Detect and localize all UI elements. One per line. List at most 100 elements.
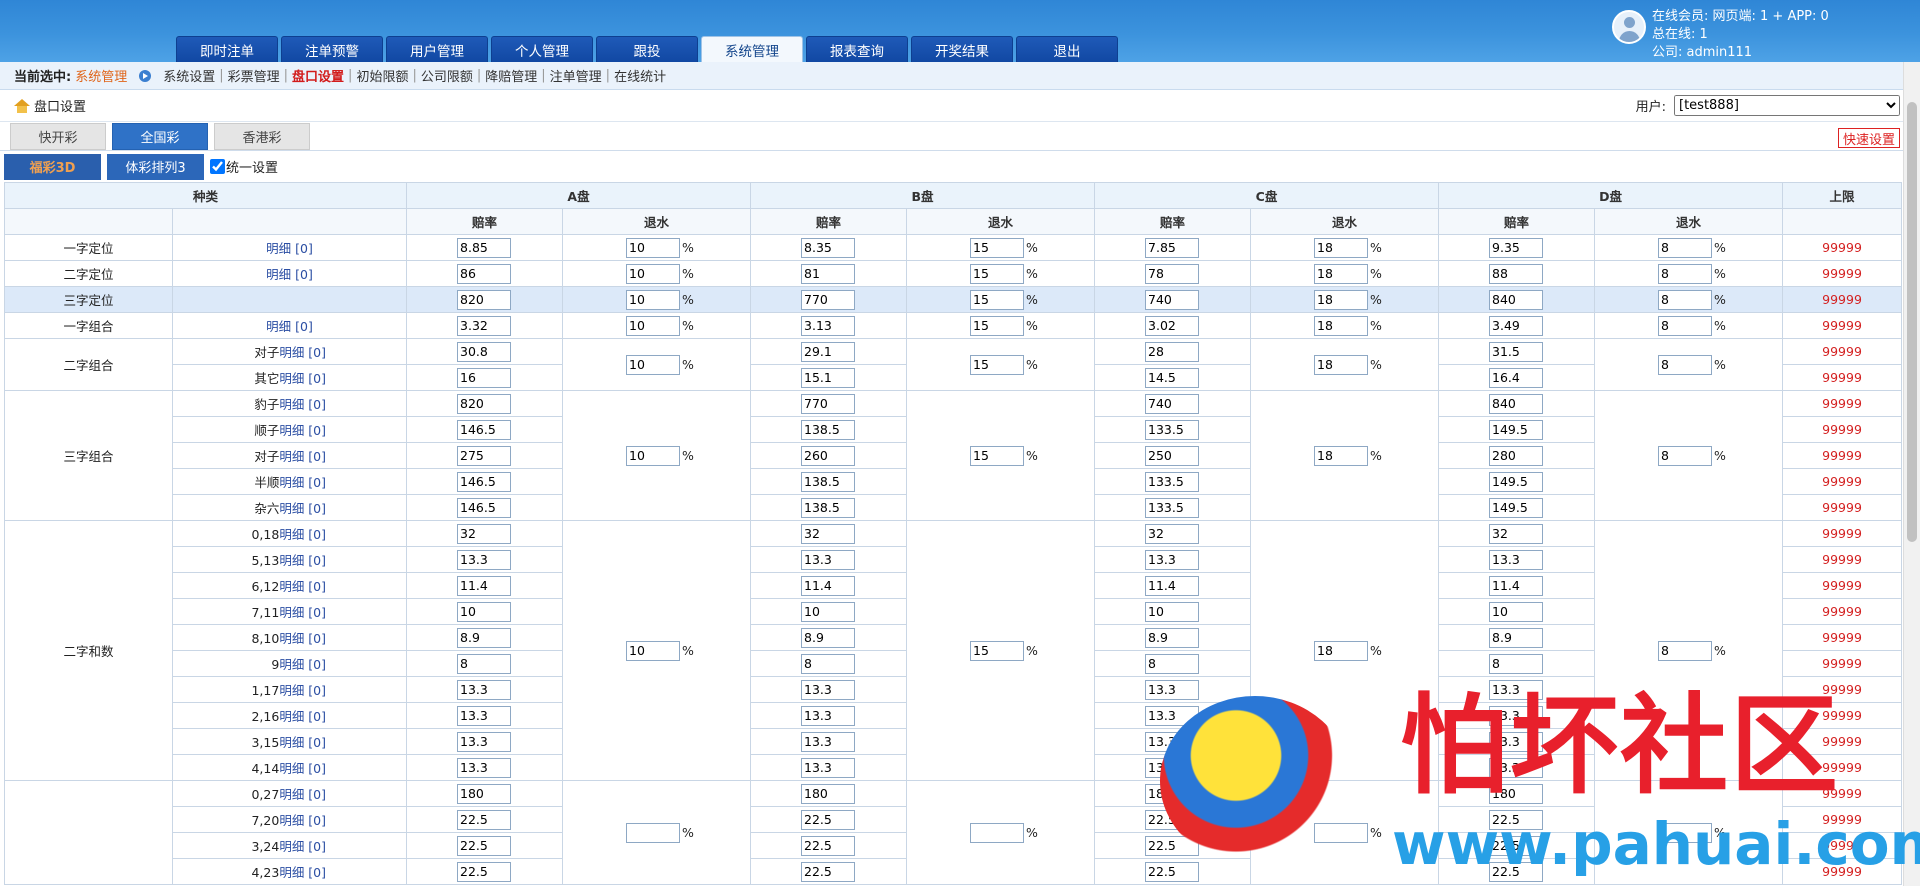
rebate-input[interactable] [970,640,1025,661]
odds-input[interactable] [457,627,512,648]
odds-input[interactable] [457,809,512,830]
odds-input[interactable] [801,549,856,570]
odds-input[interactable] [457,393,512,414]
tab-personal-management[interactable]: 个人管理 [491,36,593,62]
detail-link[interactable]: 明细 [0] [266,319,313,334]
odds-input[interactable] [1145,497,1200,518]
odds-input[interactable] [457,419,512,440]
odds-input[interactable] [1489,393,1544,414]
odds-input[interactable] [1145,523,1200,544]
rebate-input[interactable] [1314,263,1369,284]
tab-fast-lottery[interactable]: 快开彩 [10,123,106,150]
rebate-input[interactable] [970,237,1025,258]
rebate-input[interactable] [1658,445,1713,466]
odds-input[interactable] [801,419,856,440]
odds-input[interactable] [801,653,856,674]
link-initial-limits[interactable]: 初始限额 [356,66,408,85]
rebate-input[interactable] [970,263,1025,284]
tab-follow-bet[interactable]: 跟投 [596,36,698,62]
odds-input[interactable] [1145,419,1200,440]
odds-input[interactable] [801,471,856,492]
odds-input[interactable] [1489,471,1544,492]
rebate-input[interactable] [626,640,681,661]
odds-input[interactable] [1489,237,1544,258]
odds-input[interactable] [1145,367,1200,388]
odds-input[interactable] [1145,835,1200,856]
quick-set-button[interactable]: 快速设置 [1837,128,1900,148]
odds-input[interactable] [801,523,856,544]
odds-input[interactable] [801,861,856,882]
odds-input[interactable] [457,367,512,388]
odds-input[interactable] [1489,601,1544,622]
odds-input[interactable] [457,289,512,310]
odds-input[interactable] [1145,627,1200,648]
odds-input[interactable] [457,471,512,492]
odds-input[interactable] [457,757,512,778]
odds-input[interactable] [1489,289,1544,310]
odds-input[interactable] [1489,575,1544,596]
rebate-input[interactable] [626,445,681,466]
tab-reports[interactable]: 报表查询 [806,36,908,62]
odds-input[interactable] [1145,289,1200,310]
detail-link[interactable]: 明细 [0] [279,709,326,724]
odds-input[interactable] [1489,341,1544,362]
rebate-input[interactable] [1658,315,1713,336]
rebate-input[interactable] [1314,354,1369,375]
odds-input[interactable] [1489,731,1544,752]
odds-input[interactable] [801,601,856,622]
odds-input[interactable] [801,757,856,778]
odds-input[interactable] [1145,237,1200,258]
odds-input[interactable] [1145,757,1200,778]
odds-input[interactable] [1145,705,1200,726]
detail-link[interactable]: 明细 [0] [279,527,326,542]
rebate-input[interactable] [626,315,681,336]
odds-input[interactable] [457,263,512,284]
detail-link[interactable]: 明细 [0] [279,345,326,360]
scrollbar-thumb[interactable] [1907,102,1917,542]
odds-input[interactable] [1145,783,1200,804]
rebate-input[interactable] [626,822,681,843]
detail-link[interactable]: 明细 [0] [279,579,326,594]
odds-input[interactable] [1489,653,1544,674]
odds-input[interactable] [457,237,512,258]
odds-input[interactable] [801,835,856,856]
detail-link[interactable]: 明细 [0] [279,449,326,464]
odds-input[interactable] [801,445,856,466]
odds-input[interactable] [801,809,856,830]
detail-link[interactable]: 明细 [0] [266,267,313,282]
detail-link[interactable]: 明细 [0] [279,605,326,620]
odds-input[interactable] [1145,341,1200,362]
odds-input[interactable] [1145,679,1200,700]
odds-input[interactable] [457,523,512,544]
odds-input[interactable] [801,289,856,310]
unify-checkbox[interactable] [210,159,225,174]
odds-input[interactable] [457,731,512,752]
rebate-input[interactable] [626,289,681,310]
link-odds-settings[interactable]: 盘口设置 [292,66,344,85]
odds-input[interactable] [457,575,512,596]
odds-input[interactable] [457,315,512,336]
odds-input[interactable] [801,627,856,648]
user-select[interactable]: [test888] [1674,95,1900,116]
rebate-input[interactable] [1658,640,1713,661]
rebate-input[interactable] [970,289,1025,310]
rebate-input[interactable] [626,354,681,375]
odds-input[interactable] [457,705,512,726]
rebate-input[interactable] [1658,289,1713,310]
detail-link[interactable]: 明细 [0] [266,241,313,256]
odds-input[interactable] [801,263,856,284]
detail-link[interactable]: 明细 [0] [279,397,326,412]
odds-input[interactable] [801,237,856,258]
odds-input[interactable] [1489,419,1544,440]
odds-input[interactable] [801,679,856,700]
odds-input[interactable] [1145,575,1200,596]
odds-input[interactable] [1145,549,1200,570]
tab-draw-results[interactable]: 开奖结果 [911,36,1013,62]
odds-input[interactable] [1489,783,1544,804]
odds-input[interactable] [457,679,512,700]
rebate-input[interactable] [1658,263,1713,284]
rebate-input[interactable] [1314,445,1369,466]
rebate-input[interactable] [1658,237,1713,258]
odds-input[interactable] [457,783,512,804]
tab-instant-bets[interactable]: 即时注单 [176,36,278,62]
